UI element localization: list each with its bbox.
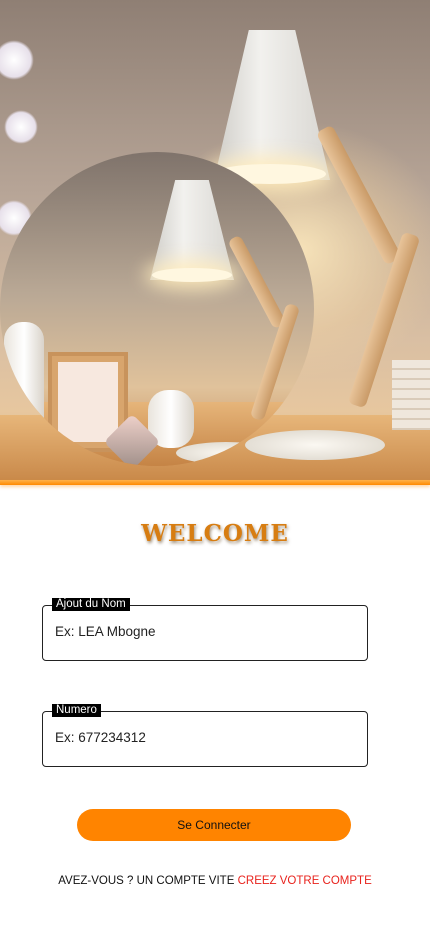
book-stack [392,360,430,430]
lamp-base [176,442,276,464]
lamp-shade-large [214,30,330,180]
name-field[interactable]: Ajout du Nom [42,598,368,661]
signup-question: AVEZ-VOUS ? UN COMPTE VITE [58,875,235,887]
number-input[interactable] [55,727,355,747]
hero-accent-line [0,480,430,485]
name-field-label: Ajout du Nom [52,598,130,611]
orchid-flower [4,110,38,144]
create-account-link[interactable]: CREEZ VOTRE COMPTE [238,875,372,887]
circle-photo-inset [0,152,314,466]
number-field-label: Numero [52,704,101,717]
welcome-title: WELCOME [141,520,289,547]
hero-image [0,0,430,484]
signup-prompt: AVEZ-VOUS ? UN COMPTE VITE CREEZ VOTRE C… [0,875,430,887]
login-button[interactable]: Se Connecter [77,809,351,841]
vase [4,322,44,452]
number-field[interactable]: Numero [42,704,368,767]
lamp-arm [227,234,287,330]
lamp-bulb-light [152,268,232,282]
orchid-flower [0,40,34,80]
lamp-shade-small [150,180,234,280]
name-input[interactable] [55,621,355,641]
